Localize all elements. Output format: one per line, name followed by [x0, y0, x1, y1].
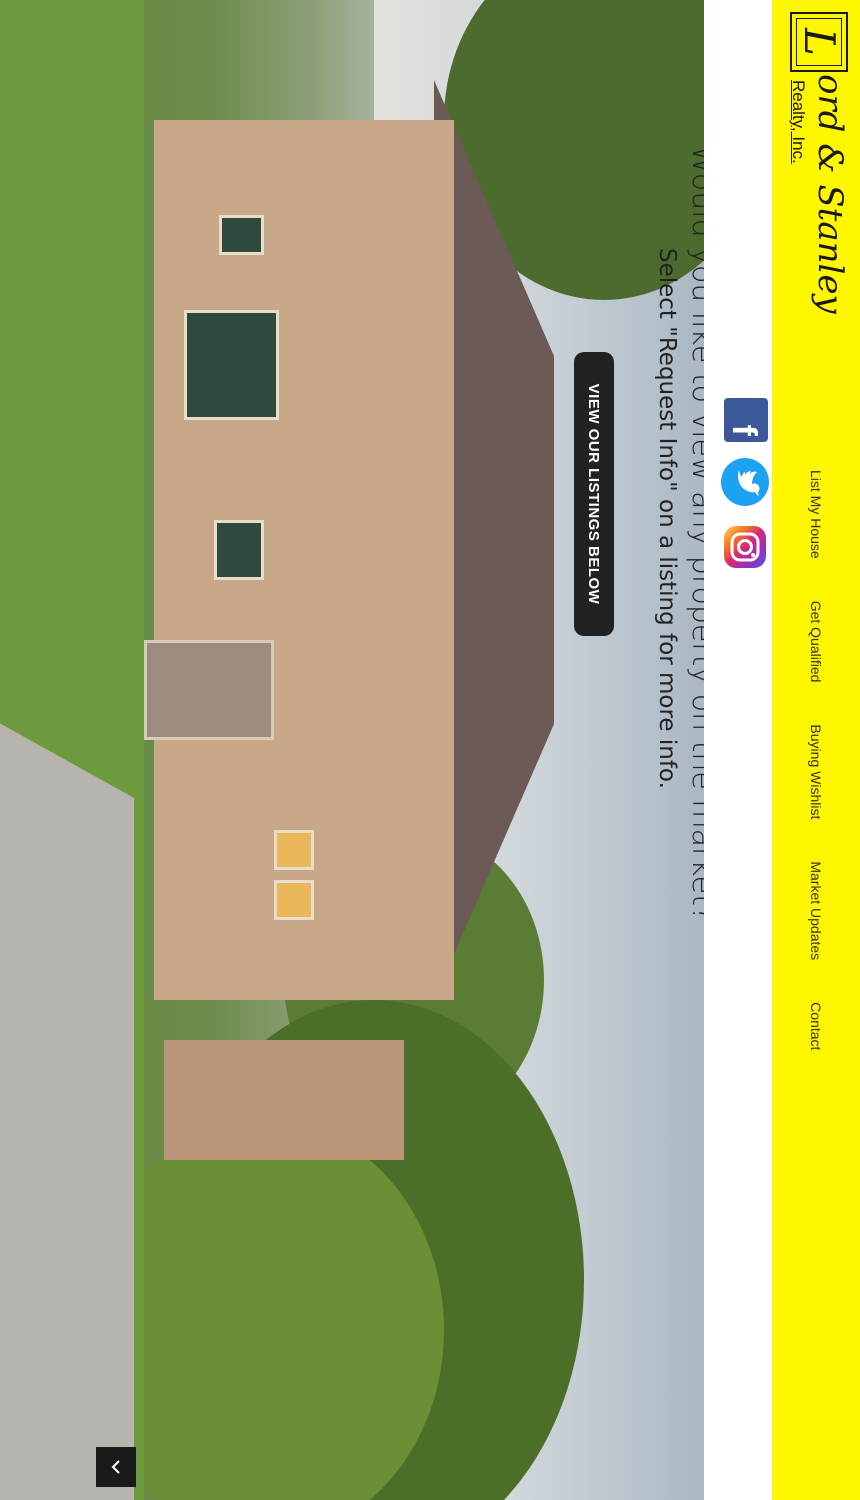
house-window-small: [214, 520, 264, 580]
facebook-glyph: f: [725, 424, 763, 436]
page-canvas: L ord & Stanley Realty, Inc. List My Hou…: [0, 0, 860, 1500]
facebook-icon[interactable]: f: [724, 398, 768, 442]
logo-name: ord & Stanley: [810, 74, 850, 314]
view-listings-button[interactable]: VIEW OUR LISTINGS BELOW: [574, 352, 614, 636]
hero-subline-text: Select "Request Info" on a listing for m…: [654, 248, 680, 789]
house-garage-door: [144, 640, 274, 740]
instagram-icon[interactable]: [724, 526, 766, 568]
site-logo[interactable]: L ord & Stanley Realty, Inc.: [778, 10, 852, 314]
instagram-glyph: [730, 532, 760, 562]
logo-monogram: L: [790, 12, 848, 72]
hero-driveway: [0, 720, 134, 1500]
twitter-icon[interactable]: [721, 458, 769, 506]
hero-banner: Would you like to view any property on t…: [0, 0, 704, 1500]
nav-buying-wishlist[interactable]: Buying Wishlist: [808, 724, 824, 819]
logo-initial: L: [795, 18, 844, 66]
house-lit-window-1: [274, 830, 314, 870]
nav-get-qualified[interactable]: Get Qualified: [808, 601, 824, 683]
nav-list-my-house[interactable]: List My House: [808, 470, 824, 559]
house-side-wing: [164, 1040, 404, 1160]
house-window-large: [184, 310, 279, 420]
nav-market-updates[interactable]: Market Updates: [808, 861, 824, 960]
twitter-bird-glyph: [738, 470, 760, 496]
hero-headline-text: Would you like to view any property on t…: [685, 145, 704, 922]
nav-contact[interactable]: Contact: [808, 1002, 824, 1050]
social-strip: f: [704, 0, 772, 1500]
main-nav: List My House Get Qualified Buying Wishl…: [772, 470, 860, 1050]
logo-subtitle: Realty, Inc.: [789, 80, 808, 164]
scroll-down-button[interactable]: [96, 1447, 136, 1487]
site-header: L ord & Stanley Realty, Inc. List My Hou…: [772, 0, 860, 1500]
house-window-left: [219, 215, 264, 255]
house-lit-window-2: [274, 880, 314, 920]
chevron-down-icon: [111, 1460, 120, 1474]
